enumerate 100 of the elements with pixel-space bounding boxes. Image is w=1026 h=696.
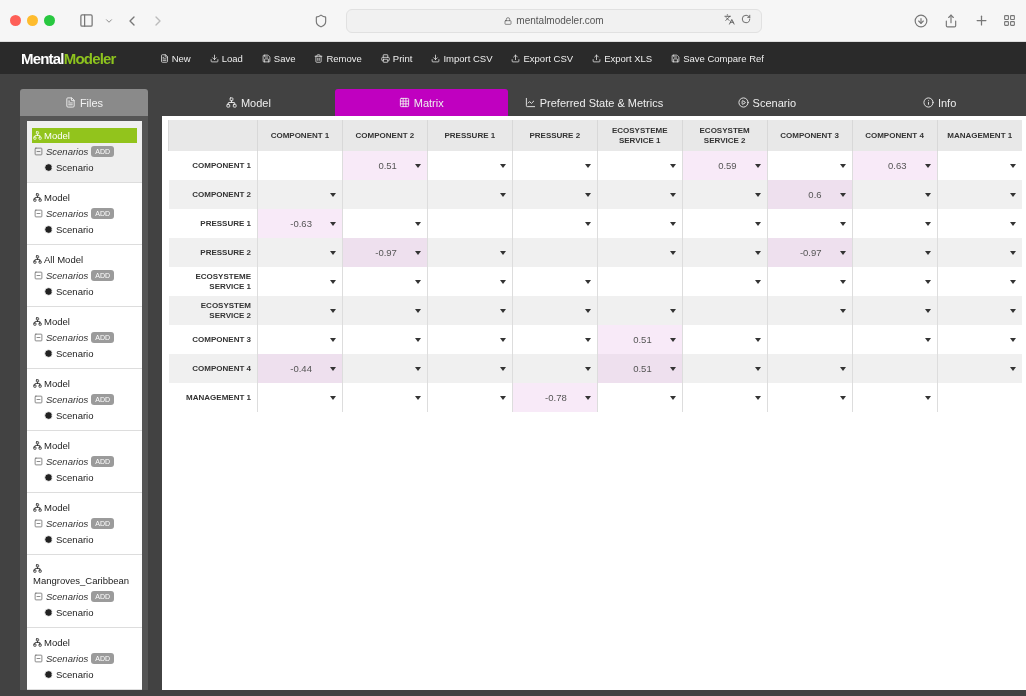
scenario-item[interactable]: Scenario: [32, 667, 137, 682]
scenarios-label: Scenarios: [46, 270, 89, 281]
scenario-item[interactable]: Scenario: [32, 284, 137, 299]
shield-icon[interactable]: [314, 13, 328, 28]
caret-icon: [329, 337, 336, 342]
download-icon[interactable]: [914, 13, 928, 28]
tab[interactable]: Info: [853, 89, 1026, 116]
hierarchy-icon: [33, 255, 42, 264]
model-item[interactable]: Mangroves_Caribbean: [32, 562, 137, 588]
weight-select[interactable]: -0.97: [342, 238, 427, 267]
weight-select[interactable]: -0.44: [258, 354, 342, 383]
model-item[interactable]: Model: [32, 500, 137, 515]
caret-icon: [669, 366, 676, 371]
model-item[interactable]: Model: [32, 438, 137, 453]
caret-icon: [669, 192, 676, 197]
tab[interactable]: Model: [162, 89, 335, 116]
row-header: ECOSYSTEME SERVICE 1: [168, 267, 258, 296]
caret-icon: [1010, 250, 1016, 255]
toolbar-button[interactable]: Load: [209, 52, 243, 64]
toolbar-button[interactable]: Export CSV: [511, 52, 574, 64]
weight-select[interactable]: 0.59: [682, 151, 767, 180]
caret-icon: [414, 308, 421, 313]
caret-icon: [669, 163, 676, 168]
scenario-item[interactable]: Scenario: [32, 408, 137, 423]
collapse-icon[interactable]: [34, 519, 43, 528]
column-header: ECOSYSTEME SERVICE 1: [597, 120, 683, 151]
caret-icon: [329, 395, 336, 400]
caret-icon: [499, 250, 506, 255]
lock-icon: [504, 16, 513, 25]
collapse-icon[interactable]: [34, 271, 43, 280]
caret-icon: [584, 221, 591, 226]
toolbar-button[interactable]: Import CSV: [431, 52, 493, 64]
play-icon: [44, 535, 53, 544]
model-item[interactable]: Model: [32, 314, 137, 329]
caret-icon: [499, 308, 506, 313]
column-header: COMPONENT 4: [852, 120, 937, 151]
column-header: COMPONENT 2: [342, 120, 428, 151]
play-icon: [44, 473, 53, 482]
sidebar-icon[interactable]: [79, 13, 94, 28]
share-icon[interactable]: [944, 13, 958, 28]
collapse-icon[interactable]: [34, 654, 43, 663]
collapse-icon[interactable]: [34, 592, 43, 601]
caret-icon: [499, 163, 506, 168]
caret-icon: [924, 221, 931, 226]
tab[interactable]: Matrix: [334, 89, 508, 116]
row-header: COMPONENT 1: [168, 151, 258, 180]
collapse-icon[interactable]: [34, 209, 43, 218]
scenario-item[interactable]: Scenario: [32, 470, 137, 485]
play-icon: [44, 411, 53, 420]
collapse-icon[interactable]: [34, 147, 43, 156]
caret-icon: [754, 192, 761, 197]
model-item[interactable]: Model: [32, 635, 137, 650]
collapse-icon[interactable]: [34, 457, 43, 466]
scenario-item[interactable]: Scenario: [32, 222, 137, 237]
collapse-icon[interactable]: [34, 395, 43, 404]
weight-select[interactable]: 0.51: [597, 354, 682, 383]
window-controls[interactable]: [10, 15, 55, 26]
weight-select[interactable]: 0.51: [342, 151, 427, 180]
model-item[interactable]: All Model: [32, 252, 137, 267]
caret-icon: [329, 279, 336, 284]
hierarchy-icon: [33, 379, 42, 388]
new-tab-icon[interactable]: [974, 13, 989, 28]
caret-icon: [924, 279, 931, 284]
translate-icon[interactable]: [724, 13, 735, 25]
play-icon: [44, 670, 53, 679]
caret-icon: [414, 366, 421, 371]
tab[interactable]: Preferred State & Metrics: [507, 89, 681, 116]
save-icon: [671, 53, 681, 63]
tab-overview-icon[interactable]: [1003, 14, 1016, 27]
grid-icon: [398, 97, 410, 108]
model-item[interactable]: Model: [32, 190, 137, 205]
scenario-item[interactable]: Scenario: [32, 532, 137, 547]
tab[interactable]: Scenario: [680, 89, 854, 116]
weight-select[interactable]: -0.97: [767, 238, 852, 267]
toolbar-button[interactable]: Export XLS: [592, 52, 653, 64]
caret-icon: [839, 395, 846, 400]
toolbar-button[interactable]: New: [159, 52, 191, 64]
caret-icon: [839, 250, 846, 255]
toolbar-button[interactable]: Print: [380, 52, 413, 64]
weight-select[interactable]: -0.78: [512, 383, 597, 412]
address-bar[interactable]: mentalmodeler.com: [346, 8, 762, 33]
caret-icon: [499, 192, 506, 197]
toolbar-button[interactable]: Remove: [314, 52, 362, 64]
scenario-item[interactable]: Scenario: [32, 605, 137, 620]
model-item[interactable]: Model: [32, 376, 137, 391]
toolbar-button[interactable]: Save Compare Ref: [671, 52, 764, 64]
collapse-icon[interactable]: [34, 333, 43, 342]
scenario-item[interactable]: Scenario: [32, 346, 137, 361]
caret-icon: [669, 308, 676, 313]
weight-select[interactable]: -0.63: [258, 209, 342, 238]
toolbar-button[interactable]: Save: [261, 52, 296, 64]
reload-icon[interactable]: [741, 13, 751, 24]
weight-select[interactable]: 0.63: [852, 151, 937, 180]
weight-select[interactable]: 0.51: [597, 325, 682, 354]
caret-icon: [584, 395, 591, 400]
row-header: COMPONENT 2: [168, 180, 258, 209]
scenario-item[interactable]: Scenario: [32, 160, 137, 175]
caret-icon: [584, 163, 591, 168]
weight-select[interactable]: 0.6: [767, 180, 852, 209]
play-icon: [44, 349, 53, 358]
